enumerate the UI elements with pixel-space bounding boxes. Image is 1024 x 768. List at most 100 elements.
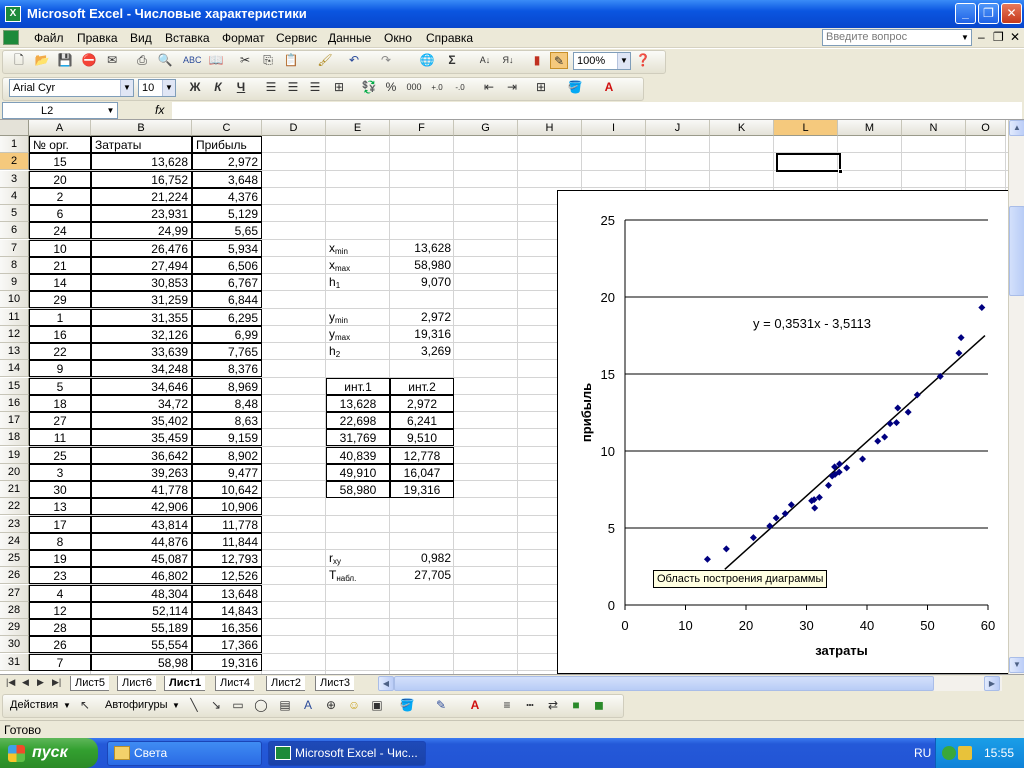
bold-button[interactable]: Ж <box>186 79 204 96</box>
align-right-icon[interactable]: ☰ <box>306 79 324 96</box>
horizontal-scrollbar[interactable]: ◀ ▶ <box>378 676 1002 691</box>
oval-icon[interactable]: ◯ <box>252 697 270 714</box>
header-profit[interactable]: Прибыль <box>192 136 262 153</box>
data-point[interactable] <box>781 510 789 518</box>
table-cell[interactable]: 23,931 <box>91 205 192 222</box>
table-cell[interactable]: 16,356 <box>192 619 262 636</box>
table-cell[interactable]: 32,126 <box>91 325 192 343</box>
vertical-scroll-thumb[interactable] <box>1009 206 1024 296</box>
open-icon[interactable]: 📂 <box>33 52 51 69</box>
chart-wizard-icon[interactable]: ▮ <box>528 52 546 69</box>
interval-header-2[interactable]: инт.2 <box>390 377 454 395</box>
active-cell-l2[interactable] <box>776 153 843 174</box>
permission-icon[interactable]: ⛔ <box>80 52 98 69</box>
row-header-18[interactable]: 18 <box>0 429 29 447</box>
table-cell[interactable]: 13 <box>29 498 91 516</box>
row-header-3[interactable]: 3 <box>0 170 29 188</box>
column-header-a[interactable]: A <box>29 120 91 136</box>
data-point[interactable] <box>886 420 894 428</box>
interval-cell[interactable]: 19,316 <box>390 481 454 498</box>
interval-cell[interactable]: 6,241 <box>390 412 454 429</box>
table-cell[interactable]: 46,802 <box>91 567 192 585</box>
table-cell[interactable]: 30,853 <box>91 274 192 291</box>
header-costs[interactable]: Затраты <box>91 136 192 153</box>
table-cell[interactable]: 35,402 <box>91 412 192 429</box>
interval-cell[interactable]: 58,980 <box>326 481 390 498</box>
data-point[interactable] <box>703 555 711 563</box>
restore-button[interactable]: ❐ <box>978 3 999 24</box>
select-all-corner[interactable] <box>0 120 29 136</box>
table-cell[interactable]: 28 <box>29 619 91 636</box>
tab-sheet1[interactable]: Лист1 <box>164 676 206 691</box>
column-header-i[interactable]: I <box>582 120 646 136</box>
table-cell[interactable]: 12,526 <box>192 567 262 585</box>
stat-label-h2[interactable]: h2 <box>326 343 390 360</box>
research-icon[interactable]: 📖 <box>207 52 225 69</box>
excel-app-icon[interactable]: X <box>5 6 21 22</box>
table-cell[interactable]: 11,844 <box>192 532 262 550</box>
row-header-4[interactable]: 4 <box>0 187 29 205</box>
paste-icon[interactable]: 📋 <box>282 52 300 69</box>
diagram-icon[interactable]: ⊕ <box>322 697 340 714</box>
table-cell[interactable]: 45,087 <box>91 550 192 567</box>
table-cell[interactable]: 48,304 <box>91 584 192 602</box>
line-color-icon[interactable]: ✎ <box>432 697 450 714</box>
tab-sheet4[interactable]: Лист4 <box>215 676 255 691</box>
row-header-21[interactable]: 21 <box>0 481 29 498</box>
table-cell[interactable]: 12 <box>29 601 91 619</box>
chevron-down-icon[interactable]: ▼ <box>162 80 175 96</box>
doc-close-button[interactable]: ✕ <box>1010 30 1020 44</box>
tab-sheet5[interactable]: Лист5 <box>70 676 110 691</box>
undo-icon[interactable]: ↶ <box>345 52 363 69</box>
stat-label-xmin[interactable]: xmin <box>326 240 390 257</box>
table-cell[interactable]: 21,224 <box>91 187 192 205</box>
table-cell[interactable]: 6,767 <box>192 274 262 291</box>
data-point[interactable] <box>892 419 900 427</box>
table-cell[interactable]: 18 <box>29 394 91 412</box>
table-cell[interactable]: 8,902 <box>192 446 262 464</box>
row-header-20[interactable]: 20 <box>0 463 29 481</box>
column-header-o[interactable]: O <box>966 120 1006 136</box>
interval-cell[interactable]: 31,769 <box>326 429 390 447</box>
data-point[interactable] <box>843 464 851 472</box>
data-point[interactable] <box>874 437 882 445</box>
redo-icon[interactable]: ↷ <box>377 52 395 69</box>
table-cell[interactable]: 3 <box>29 463 91 481</box>
tab-sheet6[interactable]: Лист6 <box>117 676 157 691</box>
stat-value-rxy[interactable]: 0,982 <box>390 550 454 567</box>
close-button[interactable]: ✕ <box>1001 3 1022 24</box>
3d-icon[interactable]: ◼ <box>590 697 608 714</box>
stat-value-h2[interactable]: 3,269 <box>390 343 454 360</box>
table-cell[interactable]: 17,366 <box>192 636 262 654</box>
drawing-toggle-icon[interactable]: ✎ <box>550 52 568 69</box>
chevron-down-icon[interactable]: ▼ <box>63 701 71 710</box>
column-header-h[interactable]: H <box>518 120 582 136</box>
row-header-22[interactable]: 22 <box>0 498 29 516</box>
row-header-30[interactable]: 30 <box>0 636 29 654</box>
new-icon[interactable]: 🗋 <box>10 52 28 69</box>
scroll-up-icon[interactable]: ▲ <box>1009 120 1024 136</box>
table-cell[interactable]: 19 <box>29 550 91 567</box>
table-cell[interactable]: 15 <box>29 153 91 171</box>
row-header-26[interactable]: 26 <box>0 567 29 585</box>
italic-button[interactable]: К <box>209 79 227 96</box>
row-header-17[interactable]: 17 <box>0 412 29 429</box>
stat-label-xmax[interactable]: xmax <box>326 257 390 274</box>
table-cell[interactable]: 16 <box>29 325 91 343</box>
table-cell[interactable]: 10,642 <box>192 481 262 498</box>
table-cell[interactable]: 36,642 <box>91 446 192 464</box>
chevron-down-icon[interactable]: ▼ <box>120 80 133 96</box>
table-cell[interactable]: 21 <box>29 256 91 274</box>
chevron-down-icon[interactable]: ▼ <box>959 30 971 45</box>
increase-indent-icon[interactable]: ⇥ <box>503 79 521 96</box>
row-header-9[interactable]: 9 <box>0 274 29 291</box>
prev-sheet-icon[interactable]: ◀ <box>22 677 29 688</box>
shadow-icon[interactable]: ■ <box>567 697 585 714</box>
interval-cell[interactable]: 12,778 <box>390 446 454 464</box>
doc-restore-button[interactable]: ❐ <box>993 30 1004 44</box>
print-preview-icon[interactable]: 🔍 <box>156 52 174 69</box>
column-header-n[interactable]: N <box>902 120 966 136</box>
table-cell[interactable]: 58,98 <box>91 653 192 671</box>
interval-cell[interactable]: 13,628 <box>326 394 390 412</box>
print-icon[interactable]: ⎙ <box>133 52 151 69</box>
